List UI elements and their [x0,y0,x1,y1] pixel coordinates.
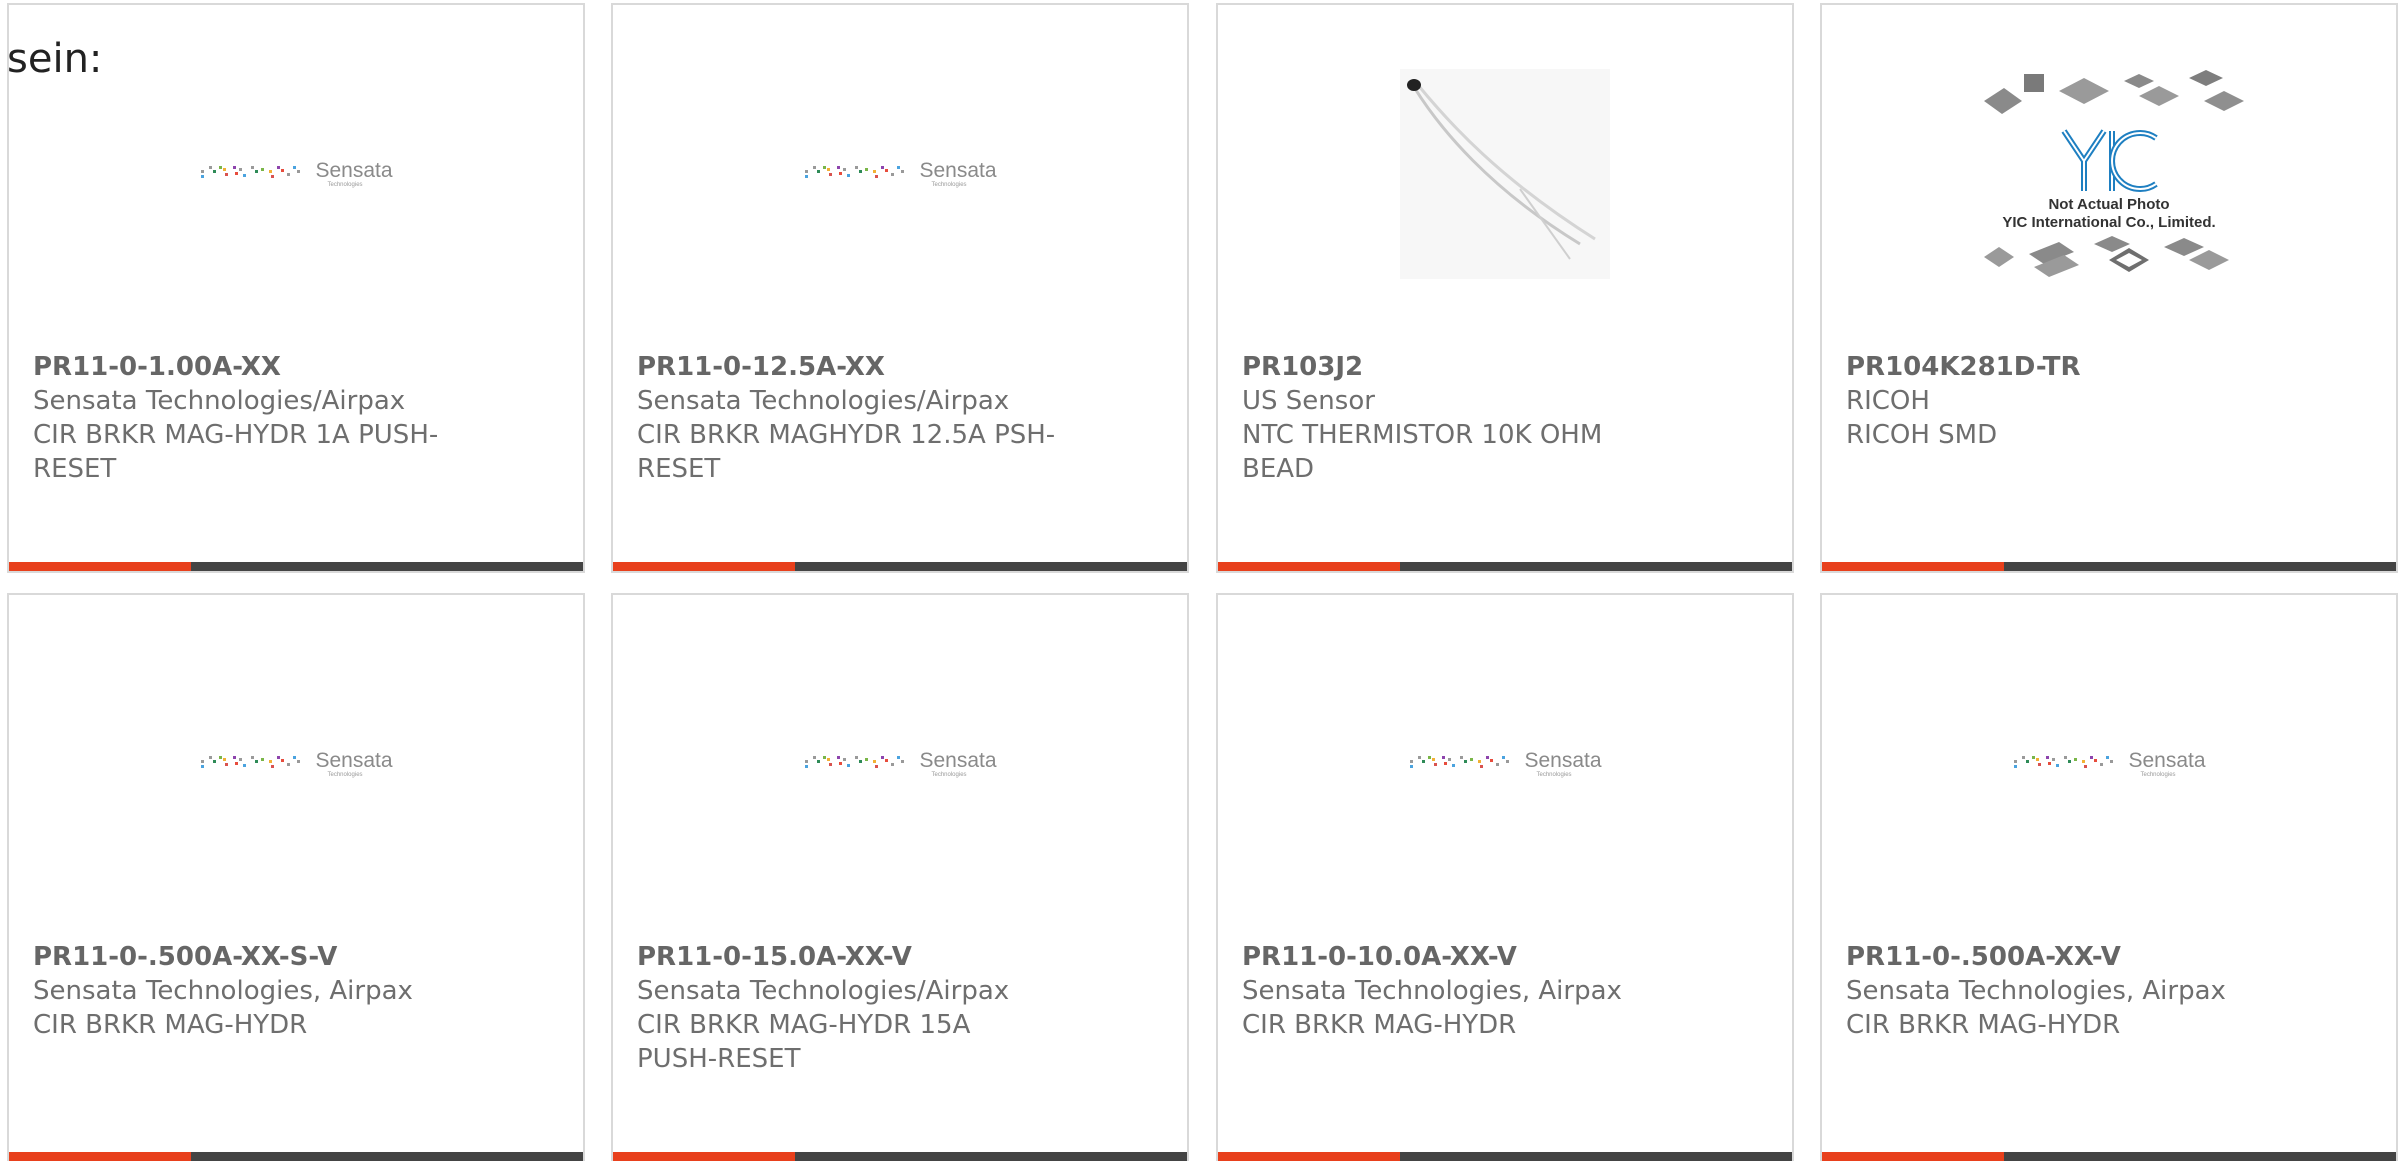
sensata-logo-name: Sensata [1524,749,1602,772]
yic-caption-line2: YIC International Co., Limited. [2002,214,2216,231]
chip-row-top-icon [1984,70,2244,114]
product-card[interactable]: PR103J2 US Sensor NTC THERMISTOR 10K OHM… [1216,3,1794,573]
product-info: PR11-0-.500A-XX-S-V Sensata Technologies… [33,940,453,1042]
product-image[interactable]: Sensata Technologies [613,595,1187,933]
overflow-text: sein: [7,36,103,82]
manufacturer: Sensata Technologies, Airpax [33,976,413,1006]
sensata-logo-name: Sensata [2128,749,2206,772]
description: CIR BRKR MAG-HYDR [1242,1010,1517,1040]
manufacturer: RICOH [1846,386,1930,416]
manufacturer: Sensata Technologies, Airpax [1242,976,1622,1006]
part-number[interactable]: PR11-0-1.00A-XX [33,350,453,384]
sensata-dots-icon [1410,756,1510,768]
thermistor-image [1400,69,1610,279]
sensata-logo-name: Sensata [315,749,393,772]
product-card[interactable]: Sensata Technologies PR11-0-1.00A-XX Sens… [7,3,585,573]
sensata-logo-sub: Technologies [2140,772,2176,778]
yic-logo-icon [2061,129,2158,192]
product-info: PR11-0-12.5A-XX Sensata Technologies/Air… [637,350,1057,486]
card-accent-bar [1822,562,2004,571]
card-accent-bar [1218,562,1400,571]
product-card[interactable]: Sensata Technologies PR11-0-12.5A-XX Sens… [611,3,1189,573]
part-number[interactable]: PR11-0-10.0A-XX-V [1242,940,1662,974]
card-accent-bar [9,562,191,571]
product-info: PR104K281D-TR RICOH RICOH SMD [1846,350,2266,452]
product-info: PR11-0-15.0A-XX-V Sensata Technologies/A… [637,940,1057,1076]
product-info: PR11-0-10.0A-XX-V Sensata Technologies, … [1242,940,1662,1042]
card-accent-bar [613,562,795,571]
description: CIR BRKR MAG-HYDR 1A PUSH-RESET [33,420,439,484]
manufacturer: US Sensor [1242,386,1375,416]
part-number[interactable]: PR11-0-12.5A-XX [637,350,1057,384]
sensata-logo: Sensata Technologies [199,749,393,778]
card-accent-bar [613,1152,795,1161]
product-info: PR11-0-1.00A-XX Sensata Technologies/Air… [33,350,453,486]
description: CIR BRKR MAGHYDR 12.5A PSH-RESET [637,420,1056,484]
sensata-logo: Sensata Technologies [803,749,997,778]
product-card[interactable]: Not Actual Photo YIC International Co., … [1820,3,2398,573]
sensata-dots-icon [2014,756,2114,768]
product-card[interactable]: Sensata Technologies PR11-0-.500A-XX-V Se… [1820,593,2398,1161]
yic-caption: Not Actual Photo YIC International Co., … [2002,196,2215,232]
description: CIR BRKR MAG-HYDR 15A PUSH-RESET [637,1010,971,1074]
product-image[interactable]: Sensata Technologies [1822,595,2396,933]
part-number[interactable]: PR104K281D-TR [1846,350,2266,384]
part-number[interactable]: PR11-0-15.0A-XX-V [637,940,1057,974]
manufacturer: Sensata Technologies/Airpax [33,386,406,416]
sensata-dots-icon [805,166,905,178]
product-image[interactable]: Not Actual Photo YIC International Co., … [1822,5,2396,343]
product-info: PR11-0-.500A-XX-V Sensata Technologies, … [1846,940,2266,1042]
product-grid-page: sein: Sensata Technologies PR11-0-1.00A-X… [0,0,2400,1161]
product-image[interactable]: Sensata Technologies [613,5,1187,343]
manufacturer: Sensata Technologies, Airpax [1846,976,2226,1006]
product-image[interactable]: Sensata Technologies [9,595,583,933]
sensata-dots-icon [201,756,301,768]
part-number[interactable]: PR103J2 [1242,350,1662,384]
sensata-logo: Sensata Technologies [2012,749,2206,778]
sensata-logo-sub: Technologies [327,182,363,188]
sensata-dots-icon [805,756,905,768]
card-accent-bar [9,1152,191,1161]
sensata-logo-sub: Technologies [1536,772,1572,778]
product-image[interactable]: Sensata Technologies [1218,595,1792,933]
yic-caption-line1: Not Actual Photo [2048,196,2170,213]
sensata-logo-name: Sensata [315,159,393,182]
description: CIR BRKR MAG-HYDR [33,1010,308,1040]
manufacturer: Sensata Technologies/Airpax [637,976,1010,1006]
sensata-logo-name: Sensata [919,749,997,772]
sensata-dots-icon [201,166,301,178]
product-card[interactable]: Sensata Technologies PR11-0-15.0A-XX-V Se… [611,593,1189,1161]
sensata-logo: Sensata Technologies [803,159,997,188]
card-accent-bar [1218,1152,1400,1161]
product-image[interactable] [1218,5,1792,343]
description: RICOH SMD [1846,420,1998,450]
product-card[interactable]: Sensata Technologies PR11-0-10.0A-XX-V Se… [1216,593,1794,1161]
chip-row-bottom-icon [1984,236,2229,277]
manufacturer: Sensata Technologies/Airpax [637,386,1010,416]
card-accent-bar [1822,1152,2004,1161]
description: NTC THERMISTOR 10K OHM BEAD [1242,420,1603,484]
sensata-logo: Sensata Technologies [1408,749,1602,778]
sensata-logo-sub: Technologies [931,182,967,188]
sensata-logo-sub: Technologies [327,772,363,778]
product-info: PR103J2 US Sensor NTC THERMISTOR 10K OHM… [1242,350,1662,486]
sensata-logo-name: Sensata [919,159,997,182]
part-number[interactable]: PR11-0-.500A-XX-S-V [33,940,453,974]
sensata-logo: Sensata Technologies [199,159,393,188]
part-number[interactable]: PR11-0-.500A-XX-V [1846,940,2266,974]
description: CIR BRKR MAG-HYDR [1846,1010,2121,1040]
product-card[interactable]: Sensata Technologies PR11-0-.500A-XX-S-V … [7,593,585,1161]
sensata-logo-sub: Technologies [931,772,967,778]
